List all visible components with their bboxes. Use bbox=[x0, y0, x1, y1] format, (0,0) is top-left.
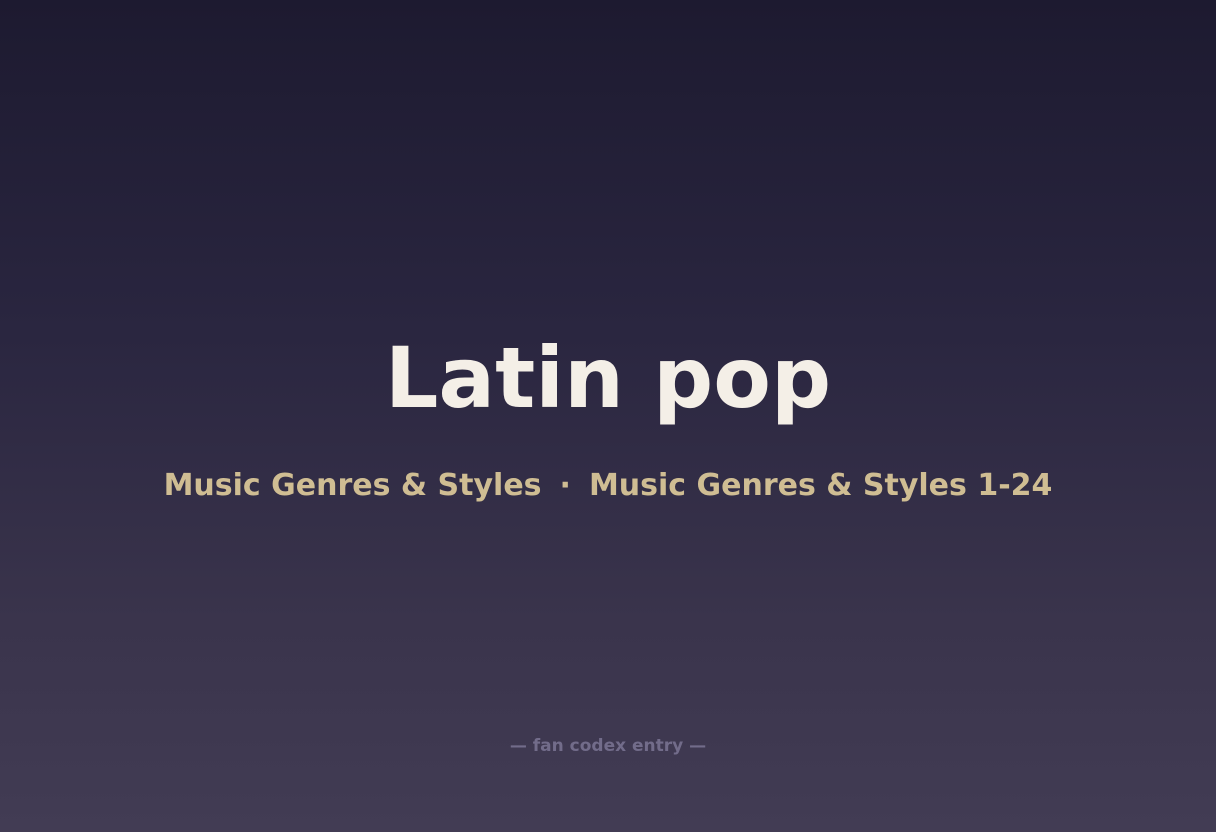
page-title: Latin pop bbox=[384, 329, 832, 427]
subtitle-separator: · bbox=[559, 468, 571, 503]
subtitle-category: Music Genres & Styles bbox=[163, 468, 542, 503]
footer-caption: — fan codex entry — bbox=[509, 736, 707, 756]
subtitle: Music Genres & Styles · Music Genres & Sty… bbox=[0, 466, 1216, 506]
subtitle-series: Music Genres & Styles 1-24 bbox=[588, 468, 1053, 503]
